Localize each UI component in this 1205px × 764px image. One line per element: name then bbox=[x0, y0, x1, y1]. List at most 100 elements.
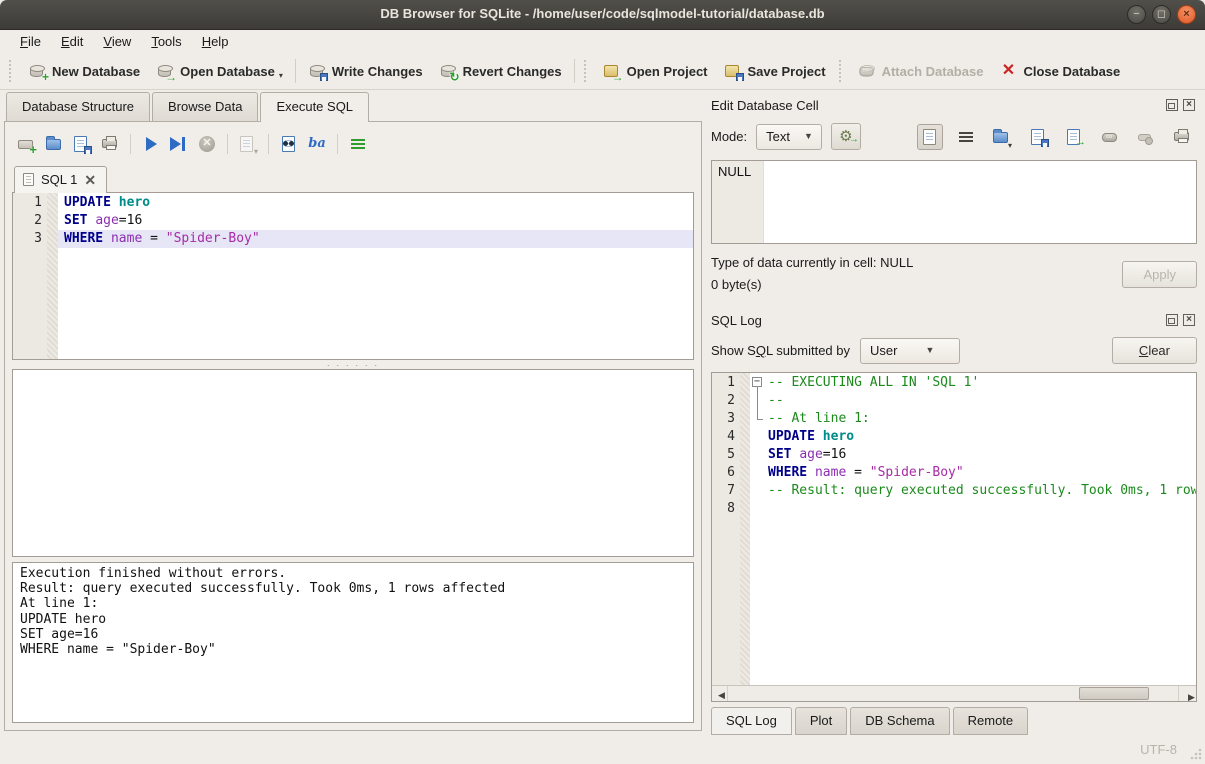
open-project-icon: → bbox=[603, 62, 621, 80]
close-tab-icon[interactable]: ✕ bbox=[84, 174, 96, 186]
find-button[interactable] bbox=[277, 132, 301, 156]
print-cell-button[interactable] bbox=[1169, 124, 1195, 150]
close-button[interactable]: × bbox=[1177, 5, 1196, 24]
line-number: 1 bbox=[13, 194, 42, 212]
log-code-area: −-- EXECUTING ALL IN 'SQL 1'---- At line… bbox=[750, 373, 1196, 685]
tab-database-structure[interactable]: Database Structure bbox=[6, 92, 150, 121]
editor-line-numbers: 123 bbox=[13, 193, 47, 359]
dock-tab-bar: SQL Log Plot DB Schema Remote bbox=[711, 702, 1197, 735]
export-results-button[interactable]: ▾ bbox=[236, 132, 260, 156]
menu-tools[interactable]: Tools bbox=[141, 32, 191, 52]
save-sql-file-button[interactable]: ▾ bbox=[70, 132, 94, 156]
code-line: UPDATE hero bbox=[750, 428, 1196, 446]
close-panel-icon[interactable]: × bbox=[1183, 99, 1195, 111]
minimize-button[interactable]: − bbox=[1127, 5, 1146, 24]
attach-database-button[interactable]: Attach Database bbox=[850, 57, 992, 85]
toolbar-drag-handle[interactable] bbox=[584, 60, 590, 82]
revert-changes-button[interactable]: ↻ Revert Changes bbox=[431, 57, 570, 85]
word-wrap-icon bbox=[349, 135, 367, 153]
code-line: −-- EXECUTING ALL IN 'SQL 1' bbox=[750, 374, 1196, 392]
text-mode-icon bbox=[921, 128, 939, 146]
cell-value: NULL bbox=[712, 161, 764, 243]
app-window: DB Browser for SQLite - /home/user/code/… bbox=[0, 0, 1205, 764]
menu-view[interactable]: View bbox=[93, 32, 141, 52]
stop-button[interactable]: ✕ bbox=[195, 132, 219, 156]
execute-all-button[interactable] bbox=[139, 132, 163, 156]
auto-format-button[interactable]: ba bbox=[305, 132, 329, 156]
menu-file[interactable]: File bbox=[10, 32, 51, 52]
stop-icon: ✕ bbox=[198, 135, 216, 153]
code-line: SET age=16 bbox=[58, 212, 693, 230]
open-external-button[interactable] bbox=[1097, 124, 1123, 150]
mode-select[interactable]: Text ▼ bbox=[756, 124, 822, 150]
print-button[interactable] bbox=[98, 132, 122, 156]
toolbar-drag-handle[interactable] bbox=[9, 60, 15, 82]
pane-splitter[interactable]: · · · · · · bbox=[12, 360, 694, 369]
resize-grip[interactable] bbox=[1190, 748, 1202, 760]
toolbar-separator bbox=[574, 59, 575, 83]
submitter-select[interactable]: User ▼ bbox=[860, 338, 960, 364]
scroll-right-icon[interactable]: ▶ bbox=[1178, 686, 1196, 701]
tab-plot[interactable]: Plot bbox=[795, 707, 847, 735]
menu-help[interactable]: Help bbox=[192, 32, 239, 52]
line-number: 7 bbox=[712, 482, 735, 500]
toolbar-drag-handle[interactable] bbox=[839, 60, 845, 82]
tab-db-schema[interactable]: DB Schema bbox=[850, 707, 949, 735]
open-sql-file-button[interactable] bbox=[42, 132, 66, 156]
close-panel-icon[interactable]: × bbox=[1183, 314, 1195, 326]
save-project-button[interactable]: Save Project bbox=[716, 57, 834, 85]
import-cell-data-button[interactable]: ▾ bbox=[989, 124, 1015, 150]
apply-cell-button[interactable]: ⚙ bbox=[831, 123, 861, 150]
close-database-button[interactable]: ✕ Close Database bbox=[991, 57, 1128, 85]
execute-sql-panel: ▾ ✕ bbox=[4, 121, 702, 731]
export-cell-data-button[interactable] bbox=[1061, 124, 1087, 150]
scroll-left-icon[interactable]: ◀ bbox=[712, 686, 728, 701]
log-horizontal-scrollbar[interactable]: ◀ ▶ bbox=[712, 685, 1196, 701]
window-title: DB Browser for SQLite - /home/user/code/… bbox=[0, 6, 1205, 21]
open-database-dropdown-icon[interactable]: ▾ bbox=[279, 71, 283, 80]
word-wrap-button[interactable] bbox=[346, 132, 370, 156]
results-grid-pane[interactable] bbox=[12, 369, 694, 557]
write-changes-icon bbox=[308, 62, 326, 80]
fold-marker bbox=[750, 410, 765, 428]
titlebar[interactable]: DB Browser for SQLite - /home/user/code/… bbox=[0, 0, 1205, 30]
code-line: -- bbox=[750, 392, 1196, 410]
cell-word-wrap-icon bbox=[957, 128, 975, 146]
maximize-button[interactable]: ◻ bbox=[1152, 5, 1171, 24]
clear-log-button[interactable]: Clear bbox=[1112, 337, 1197, 364]
tab-browse-data[interactable]: Browse Data bbox=[152, 92, 258, 121]
sql-doc-tab[interactable]: SQL 1 ✕ bbox=[14, 166, 107, 193]
open-database-button[interactable]: → Open Database ▾ bbox=[148, 57, 291, 85]
code-line: UPDATE hero bbox=[58, 194, 693, 212]
tab-remote[interactable]: Remote bbox=[953, 707, 1029, 735]
set-null-button[interactable] bbox=[1133, 124, 1159, 150]
line-number: 8 bbox=[712, 500, 735, 518]
menu-edit[interactable]: Edit bbox=[51, 32, 93, 52]
save-cell-data-button[interactable] bbox=[1025, 124, 1051, 150]
float-panel-icon[interactable] bbox=[1166, 99, 1178, 111]
apply-button[interactable]: Apply bbox=[1122, 261, 1197, 288]
sql-editor[interactable]: 123 UPDATE heroSET age=16WHERE name = "S… bbox=[12, 192, 694, 360]
tab-execute-sql[interactable]: Execute SQL bbox=[260, 92, 369, 122]
text-mode-button[interactable] bbox=[917, 124, 943, 150]
code-line: WHERE name = "Spider-Boy" bbox=[750, 464, 1196, 482]
filter-label: Show SQL submitted by bbox=[711, 343, 850, 358]
submitter-select-value: User bbox=[870, 343, 897, 358]
cell-edit-area[interactable] bbox=[764, 161, 1196, 243]
new-database-button[interactable]: + New Database bbox=[20, 57, 148, 85]
new-tab-button[interactable] bbox=[14, 132, 38, 156]
open-project-button[interactable]: → Open Project bbox=[595, 57, 716, 85]
cell-word-wrap-button[interactable] bbox=[953, 124, 979, 150]
open-sql-file-icon bbox=[45, 135, 63, 153]
cell-value-editor[interactable]: NULL bbox=[711, 160, 1197, 244]
scrollbar-thumb[interactable] bbox=[1079, 687, 1149, 700]
execute-current-line-button[interactable] bbox=[167, 132, 191, 156]
editor-code-area[interactable]: UPDATE heroSET age=16WHERE name = "Spide… bbox=[58, 193, 693, 359]
encoding-indicator[interactable]: UTF-8 bbox=[1140, 742, 1177, 757]
tab-sql-log[interactable]: SQL Log bbox=[711, 707, 792, 735]
new-database-icon: + bbox=[28, 62, 46, 80]
save-sql-file-icon bbox=[72, 135, 90, 153]
fold-marker[interactable]: − bbox=[750, 374, 765, 392]
float-panel-icon[interactable] bbox=[1166, 314, 1178, 326]
write-changes-button[interactable]: Write Changes bbox=[300, 57, 431, 85]
